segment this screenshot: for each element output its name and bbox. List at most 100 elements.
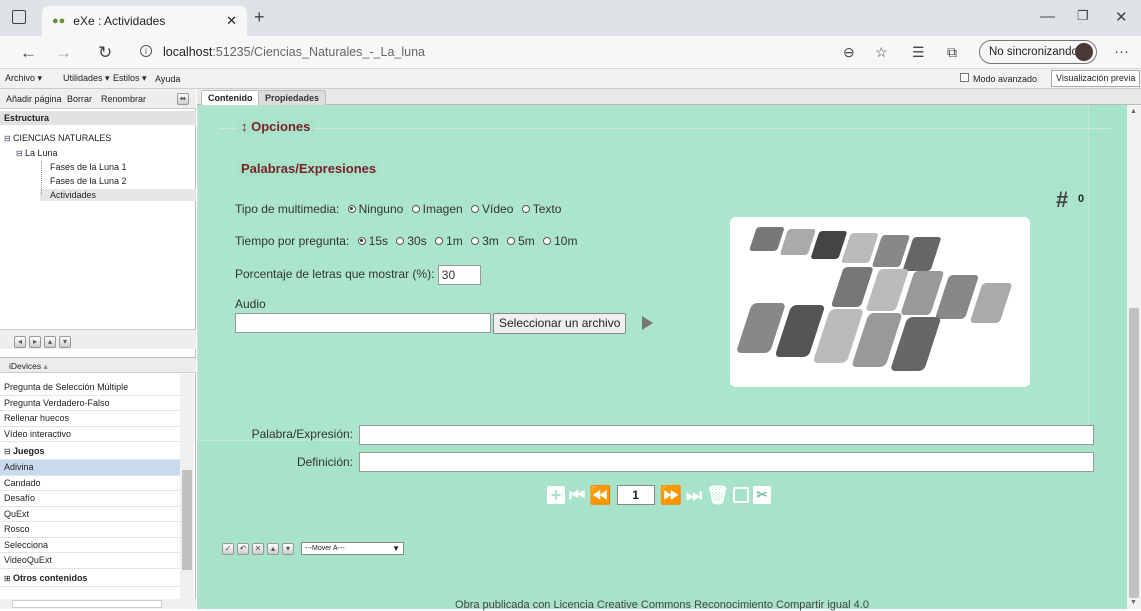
play-icon[interactable] <box>642 316 653 330</box>
content-scrollbar[interactable]: ▲ ▼ <box>1127 105 1141 609</box>
new-tab-icon[interactable]: + <box>254 7 265 28</box>
browser-tab[interactable]: ●● eXe : Actividades ✕ <box>42 6 247 36</box>
advanced-mode-checkbox[interactable] <box>960 73 969 82</box>
favorite-icon[interactable]: ☆ <box>875 44 888 61</box>
tree-item-ciencias[interactable]: ⊟ CIENCIAS NATURALES <box>4 132 111 144</box>
address-field[interactable]: localhost:51235/Ciencias_Naturales_-_La_… <box>163 45 425 59</box>
horizontal-scrollbar[interactable] <box>0 599 196 609</box>
question-nav: + ⏮ ⏪ 1 ⏩ ⏭ 🗑 ✂ <box>545 484 773 506</box>
options-legend[interactable]: ↕ Opciones <box>237 119 315 134</box>
reload-icon[interactable]: ↻ <box>98 43 112 63</box>
move-down-icon[interactable]: ▾ <box>282 542 294 555</box>
move-down-icon[interactable]: ▾ <box>59 336 71 348</box>
more-icon[interactable]: ··· <box>1114 43 1129 60</box>
idevice-item[interactable]: Pregunta Verdadero-Falso <box>0 396 180 411</box>
game-item[interactable]: Candado <box>0 476 180 491</box>
menu-utilidades[interactable]: Utilidades ▾ <box>63 73 110 84</box>
restore-icon[interactable]: ❐ <box>1077 8 1089 24</box>
scrollbar-thumb[interactable] <box>182 470 192 570</box>
outline-menu-icon[interactable]: ⬌ <box>177 93 189 105</box>
move-right-icon[interactable]: ▸ <box>29 336 41 348</box>
previous-question-icon[interactable]: ⏪ <box>589 485 611 505</box>
game-item[interactable]: QuExt <box>0 507 180 522</box>
idevice-item[interactable]: Vídeo interactivo <box>0 427 180 442</box>
audio-input[interactable] <box>235 313 491 333</box>
favorites-bar-icon[interactable]: ☰ <box>912 44 925 61</box>
rename-button[interactable]: Renombrar <box>101 94 146 104</box>
collections-icon[interactable]: ⧉ <box>947 44 957 61</box>
zoom-icon[interactable]: ⊖ <box>843 44 855 61</box>
undo-icon[interactable]: ↶ <box>237 542 249 555</box>
percent-input[interactable]: 30 <box>437 265 481 285</box>
definition-input[interactable] <box>359 452 1094 472</box>
time-radio-15s[interactable] <box>357 236 366 245</box>
media-radio-ninguno[interactable] <box>347 204 356 213</box>
tab-properties[interactable]: Propiedades <box>258 90 327 105</box>
move-up-icon[interactable]: ▴ <box>44 336 56 348</box>
idevices-header[interactable]: iDevices ▴ <box>0 357 196 373</box>
percent-row: Porcentaje de letras que mostrar (%): 30 <box>235 265 481 285</box>
delete-button[interactable]: Borrar <box>67 94 92 104</box>
scroll-down-icon[interactable]: ▼ <box>1130 599 1137 606</box>
close-window-icon[interactable]: ✕ <box>1115 8 1128 26</box>
media-radio-texto[interactable] <box>521 204 530 213</box>
forward-icon[interactable]: → <box>55 43 72 63</box>
first-question-icon[interactable]: ⏮ <box>569 485 585 505</box>
game-item[interactable]: Selecciona <box>0 538 180 553</box>
tab-actions-icon[interactable] <box>12 10 26 24</box>
move-to-select[interactable]: ---Mover A--- ▼ <box>301 542 404 555</box>
back-icon[interactable]: ← <box>20 43 37 63</box>
close-tab-icon[interactable]: ✕ <box>226 13 237 29</box>
others-category[interactable]: ⊞ Otros contenidos <box>0 569 180 587</box>
media-radio-video[interactable] <box>471 204 480 213</box>
add-page-button[interactable]: Añadir página <box>6 94 62 104</box>
tree-item-actividades[interactable]: Actividades <box>40 189 196 201</box>
definition-label: Definición: <box>296 455 353 469</box>
games-category[interactable]: ⊟ Juegos <box>0 442 180 460</box>
tab-content[interactable]: Contenido <box>201 90 260 105</box>
outline-tree: ⊟ CIENCIAS NATURALES ⊟ La Luna Fases de … <box>0 127 196 337</box>
scrollbar-thumb[interactable] <box>1129 308 1139 598</box>
delete-question-icon[interactable]: 🗑 <box>706 485 729 505</box>
cut-question-icon[interactable]: ✂ <box>753 486 772 504</box>
game-item[interactable]: Rosco <box>0 522 180 538</box>
idevice-item[interactable]: Pregunta de Selección Múltiple <box>0 380 180 396</box>
last-question-icon[interactable]: ⏭ <box>686 485 702 505</box>
minimize-icon[interactable]: — <box>1040 8 1055 25</box>
menu-estilos[interactable]: Estilos ▾ <box>113 73 147 84</box>
time-radio-3m[interactable] <box>471 236 480 245</box>
add-question-icon[interactable]: + <box>547 486 565 504</box>
next-question-icon[interactable]: ⏩ <box>660 485 682 505</box>
time-radio-1m[interactable] <box>435 236 444 245</box>
move-up-icon[interactable]: ▴ <box>267 542 279 555</box>
time-radio-10m[interactable] <box>543 236 552 245</box>
preview-button[interactable]: Visualización previa <box>1051 70 1141 87</box>
time-radio-30s[interactable] <box>396 236 405 245</box>
tree-item-fases-1[interactable]: Fases de la Luna 1 <box>50 161 127 173</box>
site-info-icon[interactable]: i <box>140 45 152 57</box>
tree-item-fases-2[interactable]: Fases de la Luna 2 <box>50 175 127 187</box>
tree-item-la-luna[interactable]: ⊟ La Luna <box>16 147 57 159</box>
license-footer: Obra publicada con Licencia Creative Com… <box>455 599 869 611</box>
game-item[interactable]: VideoQuExt <box>0 553 180 569</box>
time-label: Tiempo por pregunta: <box>235 234 350 248</box>
scrollbar-thumb[interactable] <box>12 600 162 608</box>
media-radio-imagen[interactable] <box>411 204 420 213</box>
menu-ayuda[interactable]: Ayuda <box>155 74 180 84</box>
profile-button[interactable]: No sincronizando <box>979 40 1097 64</box>
select-file-button[interactable]: Seleccionar un archivo <box>493 313 627 334</box>
scroll-up-icon[interactable]: ▲ <box>1130 108 1137 115</box>
copy-question-icon[interactable] <box>733 487 750 503</box>
delete-idevice-icon[interactable]: ✕ <box>252 542 264 555</box>
game-item-adivina[interactable]: Adivina <box>0 460 180 476</box>
menu-archivo[interactable]: Archivo ▾ <box>5 73 42 84</box>
question-number-input[interactable]: 1 <box>616 485 655 505</box>
done-icon[interactable]: ✓ <box>222 542 234 555</box>
game-item[interactable]: Desafío <box>0 491 180 507</box>
word-input[interactable] <box>359 425 1094 445</box>
move-left-icon[interactable]: ◂ <box>14 336 26 348</box>
idevice-item[interactable]: Rellenar huecos <box>0 411 180 427</box>
collapse-icon: ⊟ <box>16 149 25 158</box>
time-radio-5m[interactable] <box>507 236 516 245</box>
idevices-scrollbar[interactable] <box>180 374 194 599</box>
